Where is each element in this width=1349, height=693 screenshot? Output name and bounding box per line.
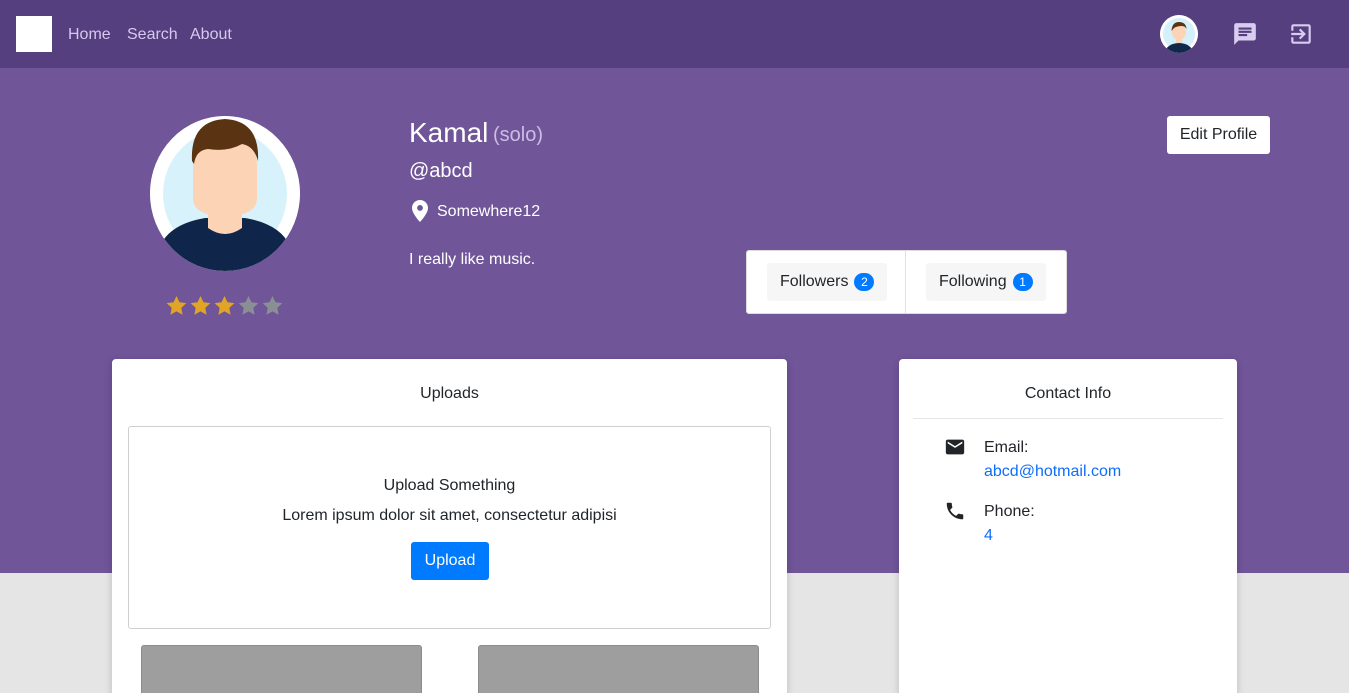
star-icon (214, 295, 235, 315)
star-icon (262, 295, 283, 315)
followers-count-badge: 2 (854, 273, 875, 291)
following-label: Following (939, 273, 1007, 290)
logout-icon[interactable] (1288, 21, 1314, 47)
chat-bubble-icon[interactable] (1232, 21, 1258, 47)
profile-name: Kamal (409, 117, 489, 148)
profile-avatar (150, 116, 300, 271)
nav-link-home[interactable]: Home (68, 26, 111, 44)
divider (913, 418, 1223, 419)
email-link[interactable]: abcd@hotmail.com (984, 463, 1121, 481)
edit-profile-button[interactable]: Edit Profile (1167, 116, 1270, 154)
phone-label: Phone: (984, 503, 1035, 520)
profile-handle: @abcd (409, 160, 473, 182)
divider (905, 251, 906, 313)
uploads-title: Uploads (420, 385, 479, 402)
star-icon (166, 295, 187, 315)
profile-bio: I really like music. (409, 251, 536, 268)
nav-link-search[interactable]: Search (127, 26, 178, 44)
following-count-badge: 1 (1012, 273, 1033, 291)
followers-label: Followers (780, 273, 849, 290)
upload-thumbnail[interactable] (141, 645, 422, 693)
upload-button[interactable]: Upload (411, 542, 489, 580)
profile-location: Somewhere12 (437, 203, 541, 220)
following-button[interactable]: Following 1 (926, 263, 1046, 301)
map-pin-icon (412, 200, 428, 222)
star-icon (190, 295, 211, 315)
navbar: Home Search About (0, 0, 1349, 68)
nav-link-about[interactable]: About (190, 26, 232, 44)
follow-stats: Followers 2 Following 1 (746, 250, 1067, 314)
upload-box: Upload Something Lorem ipsum dolor sit a… (128, 426, 771, 629)
phone-link[interactable]: 4 (984, 527, 993, 545)
profile-type: (solo) (493, 124, 544, 146)
followers-button[interactable]: Followers 2 (767, 263, 888, 301)
logo[interactable] (16, 16, 52, 52)
phone-icon (946, 502, 964, 520)
upload-thumbnail[interactable] (478, 645, 759, 693)
uploads-card: Uploads Upload Something Lorem ipsum dol… (112, 359, 787, 693)
envelope-icon (945, 439, 965, 455)
upload-box-description: Lorem ipsum dolor sit amet, consectetur … (282, 507, 617, 524)
email-label: Email: (984, 439, 1029, 456)
contact-card: Contact Info Email: abcd@hotmail.com Pho… (899, 359, 1237, 693)
rating-stars (165, 294, 284, 318)
contact-title: Contact Info (1024, 385, 1112, 402)
upload-box-title: Upload Something (383, 477, 516, 494)
star-icon (238, 295, 259, 315)
user-avatar[interactable] (1160, 15, 1198, 53)
